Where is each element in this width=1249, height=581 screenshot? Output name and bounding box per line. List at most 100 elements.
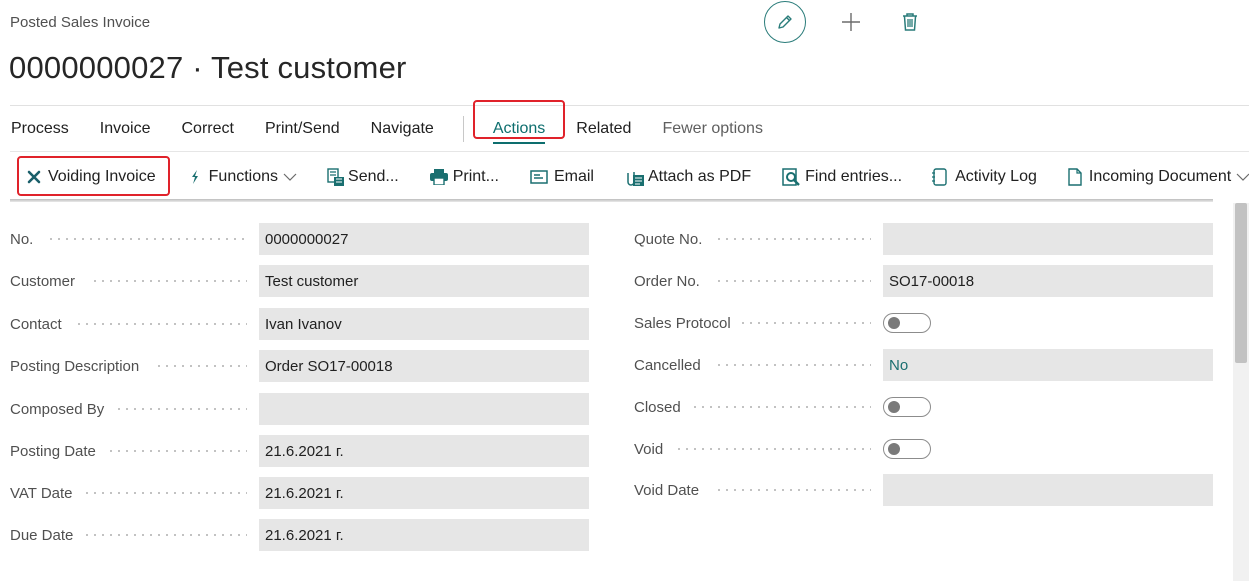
action-bar-shadow	[10, 199, 1213, 202]
tab-invoice[interactable]: Invoice	[100, 120, 151, 138]
field-order-no[interactable]: SO17-00018	[883, 265, 1213, 297]
field-label-customer: Customer	[10, 272, 76, 290]
field-label-void: Void	[634, 440, 664, 458]
attach-pdf-icon	[627, 172, 644, 186]
field-customer[interactable]: Test customer	[259, 265, 589, 297]
fewer-options-link[interactable]: Fewer options	[662, 120, 763, 138]
find-entries-button[interactable]: Find entries...	[781, 167, 902, 187]
field-label-composed-by: Composed By	[10, 400, 105, 418]
field-quote-no[interactable]	[883, 223, 1213, 255]
field-leader-dots	[83, 477, 247, 509]
email-button[interactable]: Email	[530, 168, 594, 186]
toggle-closed[interactable]	[883, 397, 931, 417]
toggle-knob	[888, 317, 900, 329]
tabs-divider	[10, 105, 1249, 106]
voiding-invoice-label: Voiding Invoice	[48, 168, 156, 185]
tab-related[interactable]: Related	[576, 120, 631, 138]
field-label-cancelled: Cancelled	[634, 356, 701, 374]
field-leader-dots	[155, 350, 247, 382]
field-composed-by[interactable]	[259, 393, 589, 425]
tab-active-underline	[492, 142, 546, 144]
incoming-document-label: Incoming Document	[1088, 168, 1232, 185]
field-due-date[interactable]: 21.6.2021 г.	[259, 519, 589, 551]
highlight-box-actions	[472, 100, 565, 139]
functions-button[interactable]: Functions	[190, 168, 297, 186]
document-icon	[1068, 168, 1082, 186]
field-label-vat-date: VAT Date	[10, 484, 73, 502]
email-icon	[530, 170, 548, 184]
send-label: Send...	[348, 168, 399, 185]
chevron-down-icon	[1236, 173, 1249, 181]
edit-button[interactable]	[764, 1, 806, 43]
attach-as-pdf-label: Attach as PDF	[647, 168, 752, 185]
field-posting-description[interactable]: Order SO17-00018	[259, 350, 589, 382]
field-leader-dots	[107, 435, 247, 467]
field-vat-date[interactable]: 21.6.2021 г.	[259, 477, 589, 509]
field-label-no: No.	[10, 230, 34, 248]
send-button[interactable]: Send...	[325, 167, 399, 187]
activity-log-button[interactable]: Activity Log	[932, 168, 1037, 186]
close-icon	[27, 170, 41, 184]
new-button[interactable]	[840, 11, 862, 33]
tab-print-send[interactable]: Print/Send	[265, 120, 340, 138]
field-label-due-date: Due Date	[10, 526, 74, 544]
field-leader-dots	[83, 519, 247, 551]
field-label-closed: Closed	[634, 398, 681, 416]
field-leader-dots	[75, 308, 247, 340]
print-button[interactable]: Print...	[429, 168, 499, 186]
delete-button[interactable]	[899, 11, 921, 33]
field-label-contact: Contact	[10, 315, 62, 333]
field-posting-date[interactable]: 21.6.2021 г.	[259, 435, 589, 467]
field-label-order-no: Order No.	[634, 272, 700, 290]
printer-icon	[429, 169, 448, 185]
toggle-void[interactable]	[883, 439, 931, 459]
field-leader-dots	[675, 433, 871, 465]
email-label: Email	[553, 168, 594, 185]
edit-icon	[778, 15, 792, 29]
field-leader-dots	[91, 265, 247, 297]
action-tabs: Process Invoice Correct Print/Send Navig…	[11, 100, 763, 149]
field-leader-dots	[115, 393, 247, 425]
action-list: Voiding Invoice Functions Send... Print.…	[10, 152, 1249, 202]
find-entries-icon	[782, 168, 800, 186]
field-leader-dots	[715, 265, 871, 297]
toggle-knob	[888, 401, 900, 413]
toggle-sales-protocol[interactable]	[883, 313, 931, 333]
field-leader-dots	[715, 349, 871, 381]
page-caption: Posted Sales Invoice	[10, 14, 151, 31]
tabs-separator	[462, 116, 464, 142]
field-leader-dots	[715, 223, 871, 255]
field-no[interactable]: 0000000027	[259, 223, 589, 255]
tab-correct[interactable]: Correct	[182, 120, 234, 138]
field-label-posting-description: Posting Description	[10, 357, 140, 375]
scroll-thumb[interactable]	[1235, 203, 1247, 363]
vertical-scrollbar[interactable]	[1233, 203, 1249, 581]
plus-icon	[842, 13, 860, 31]
functions-label: Functions	[208, 168, 279, 185]
field-leader-dots	[715, 474, 871, 506]
tab-actions-wrapper: Actions	[472, 100, 565, 144]
field-label-quote-no: Quote No.	[634, 230, 703, 248]
chevron-down-icon	[283, 173, 297, 181]
field-void-date[interactable]	[883, 474, 1213, 506]
field-label-posting-date: Posting Date	[10, 442, 96, 460]
action-bar: Voiding Invoice Functions Send... Print.…	[10, 151, 1249, 201]
voiding-invoice-button[interactable]: Voiding Invoice	[27, 168, 156, 186]
field-leader-dots	[739, 307, 871, 339]
activity-log-icon	[932, 168, 947, 186]
lightning-icon	[191, 170, 198, 184]
field-leader-dots	[691, 391, 871, 423]
tab-process[interactable]: Process	[11, 120, 69, 138]
field-cancelled[interactable]: No	[883, 349, 1213, 381]
field-label-sales-protocol: Sales Protocol	[634, 314, 731, 332]
field-contact[interactable]: Ivan Ivanov	[259, 308, 589, 340]
find-entries-label: Find entries...	[805, 168, 903, 185]
activity-log-label: Activity Log	[955, 168, 1037, 185]
incoming-document-button[interactable]: Incoming Document	[1067, 168, 1249, 186]
print-label: Print...	[452, 168, 499, 185]
field-label-void-date: Void Date	[634, 481, 700, 499]
header-actions	[764, 1, 921, 43]
attach-as-pdf-button[interactable]: Attach as PDF	[625, 167, 751, 187]
toggle-knob	[888, 443, 900, 455]
tab-navigate[interactable]: Navigate	[371, 120, 434, 138]
